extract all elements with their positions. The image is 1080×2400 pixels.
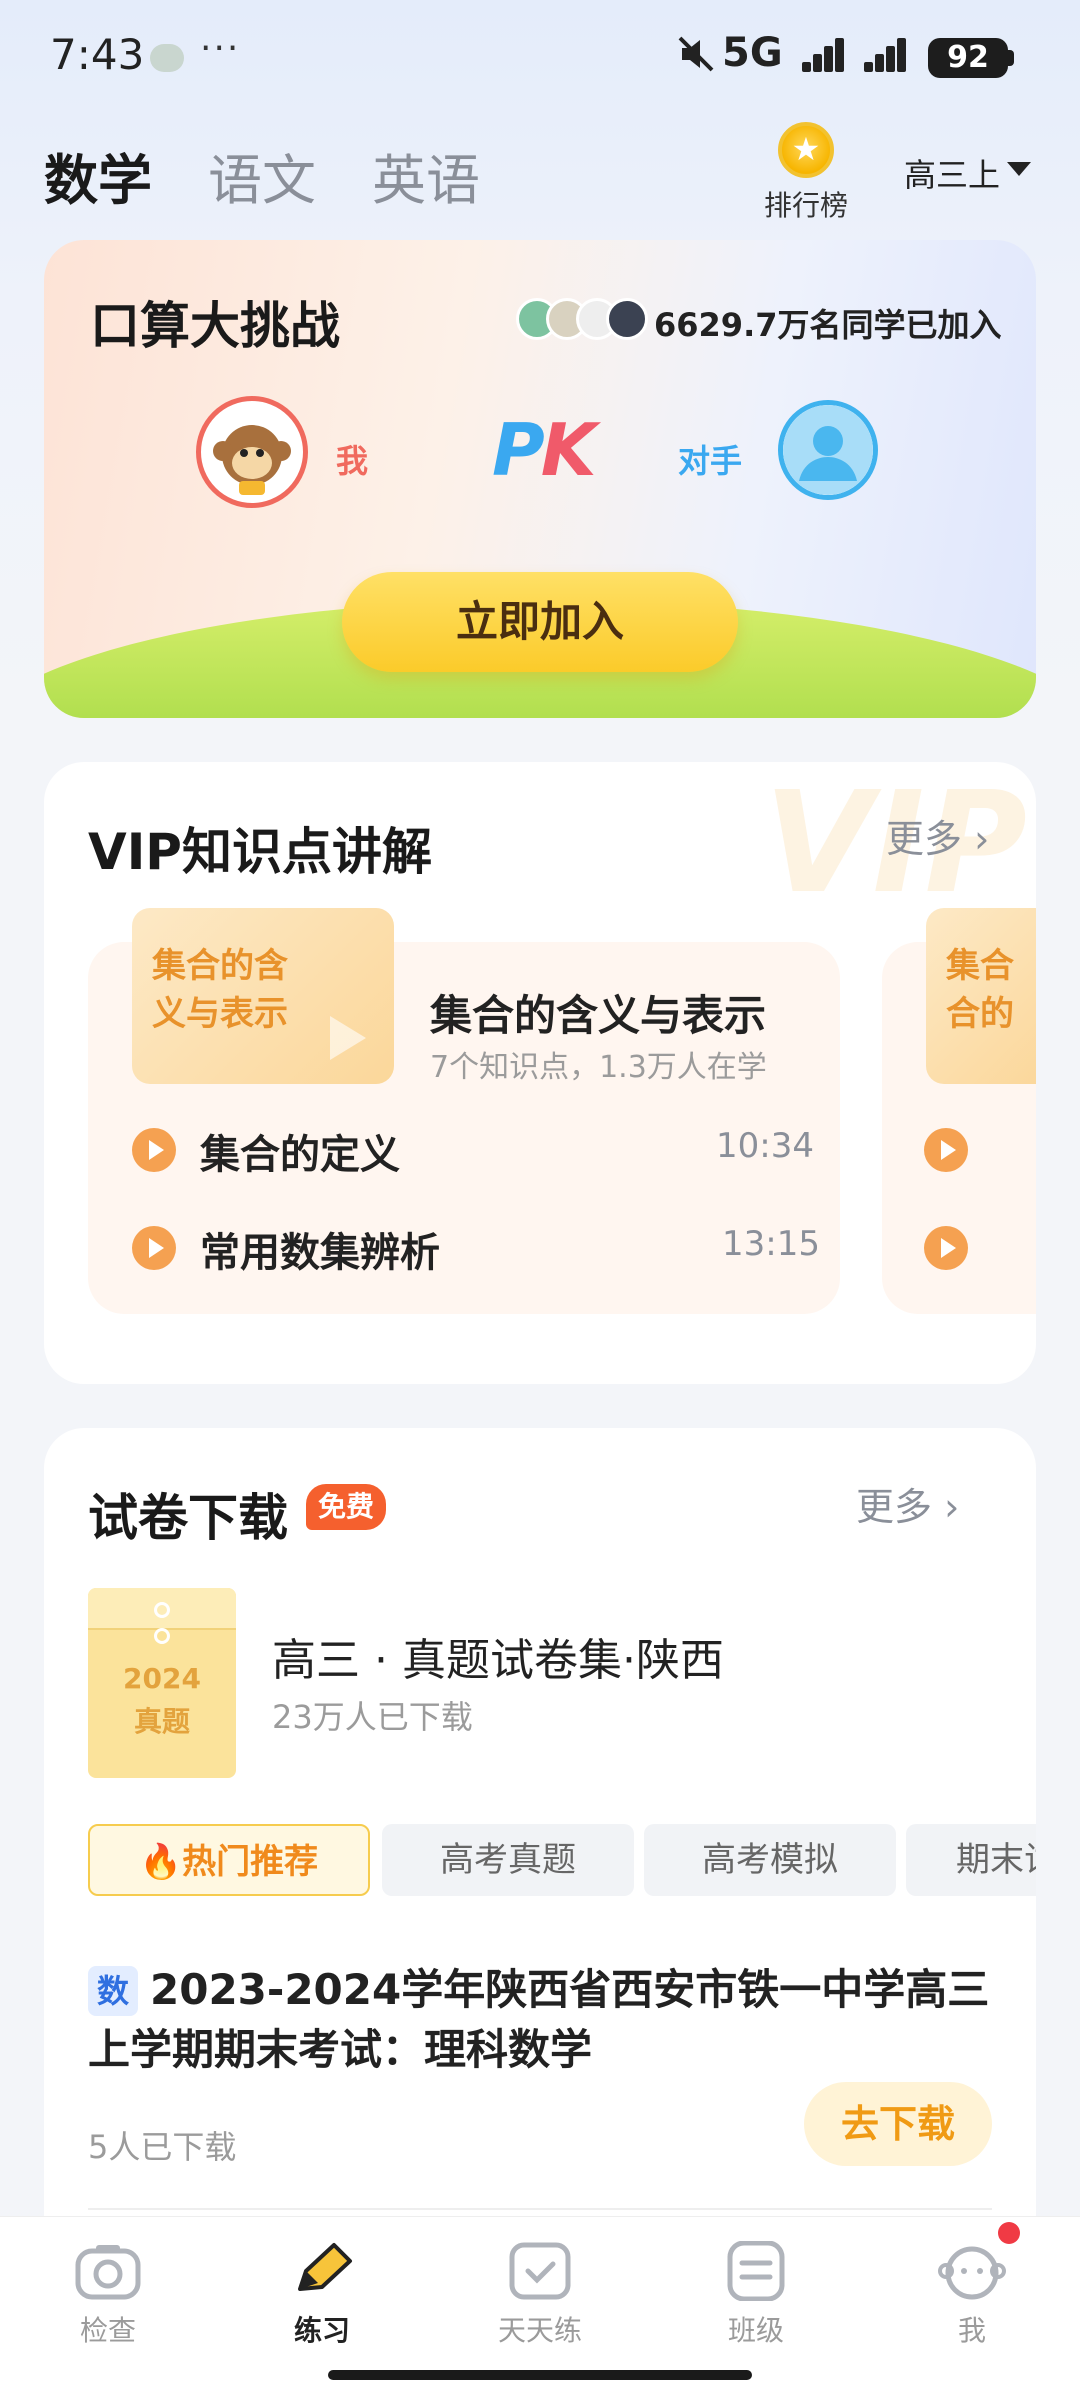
more-notifications-icon: ···: [200, 28, 241, 69]
nav-label: 班级: [727, 2314, 784, 2347]
message-notification-icon: [150, 44, 184, 72]
mental-math-challenge-card[interactable]: 口算大挑战 6629.7万名同学已加入 我 PK 对手 立即加入: [44, 240, 1036, 718]
chevron-right-icon: ›: [944, 1485, 960, 1529]
home-indicator[interactable]: [328, 2370, 752, 2380]
download-button[interactable]: 去下载: [804, 2082, 992, 2166]
tab-chinese[interactable]: 语文: [208, 136, 316, 215]
opponent-label: 对手: [678, 442, 743, 480]
calendar-check-icon: [506, 2241, 574, 2301]
course-thumbnail-partial[interactable]: 集合 合的: [926, 908, 1036, 1084]
vip-more-link[interactable]: 更多 ›: [886, 808, 989, 863]
tab-math[interactable]: 数学: [44, 136, 152, 215]
opponent-avatar-icon: [778, 400, 878, 500]
course-thumbnail[interactable]: 集合的含 义与表示: [132, 908, 394, 1084]
challenge-title: 口算大挑战: [90, 297, 340, 355]
cover-year: 2024: [123, 1662, 201, 1695]
nav-practice[interactable]: 练习: [262, 2241, 382, 2349]
paper-download-count: 23万人已下载: [272, 1698, 473, 1736]
paper-more-link[interactable]: 更多 ›: [856, 1476, 959, 1531]
status-time: 7:43: [50, 30, 145, 79]
chip-gaokao-real[interactable]: 高考真题: [382, 1824, 634, 1896]
nav-daily-practice[interactable]: 天天练: [480, 2241, 600, 2349]
nav-label: 天天练: [497, 2314, 582, 2347]
divider: [88, 2208, 992, 2210]
vip-section-title: VIP知识点讲解: [88, 823, 432, 881]
grade-selector[interactable]: 高三上: [904, 150, 1000, 196]
play-icon[interactable]: [132, 1128, 176, 1172]
play-icon[interactable]: [132, 1226, 176, 1270]
battery-icon: 92: [928, 38, 1008, 78]
paper-cover-envelope[interactable]: 2024 真题: [88, 1588, 236, 1778]
nav-label: 我: [957, 2314, 986, 2347]
camera-icon: [74, 2241, 142, 2301]
nav-label: 检查: [79, 2314, 136, 2347]
course-title[interactable]: 集合的含义与表示: [430, 982, 766, 1043]
thumb-text-line2: 义与表示: [152, 994, 288, 1034]
pk-letter-p: P: [492, 408, 545, 492]
network-type: 5G: [722, 30, 783, 76]
nav-label: 练习: [293, 2314, 350, 2347]
nav-check[interactable]: 检查: [48, 2241, 168, 2349]
signal-icon-2: [864, 36, 906, 72]
chip-label: 热门推荐: [182, 1842, 319, 1882]
lesson-duration: 13:15: [722, 1224, 820, 1264]
more-label: 更多: [886, 817, 963, 861]
envelope-button-icon: [154, 1602, 170, 1618]
pk-versus-label: PK: [492, 408, 597, 492]
participant-avatar: [606, 298, 648, 340]
class-list-icon: [722, 2240, 790, 2302]
chevron-right-icon: ›: [974, 817, 990, 861]
exam-paper-title[interactable]: 2023-2024学年陕西省西安市铁一中学高三上学期期末考试：理科数学: [88, 1960, 992, 2080]
chip-hot-recommend[interactable]: 🔥热门推荐: [88, 1824, 370, 1896]
lesson-title[interactable]: 常用数集辨析: [200, 1220, 440, 1278]
leaderboard-button[interactable]: 排行榜: [760, 184, 852, 224]
paper-section-title: 试卷下载: [88, 1489, 288, 1547]
paper-collection-title[interactable]: 高三 · 真题试卷集·陕西: [272, 1624, 724, 1688]
chip-final-exam[interactable]: 期末试: [906, 1824, 1036, 1896]
play-icon[interactable]: [924, 1226, 968, 1270]
nav-me[interactable]: 我: [912, 2241, 1032, 2349]
exam-download-count: 5人已下载: [88, 2128, 237, 2166]
pencil-icon: [288, 2241, 356, 2301]
lesson-title[interactable]: 集合的定义: [200, 1122, 400, 1180]
pk-letter-k: K: [540, 408, 597, 492]
thumb2-text-line2: 合的: [946, 994, 1014, 1034]
thumb2-text-line1: 集合: [946, 946, 1014, 986]
fire-icon: 🔥: [139, 1842, 183, 1882]
my-monkey-avatar: [196, 396, 308, 508]
join-now-button[interactable]: 立即加入: [342, 572, 738, 672]
vip-knowledge-card: VIP VIP知识点讲解 更多 › 集合的含 义与表示 集合 合的 集合的含义与…: [44, 762, 1036, 1384]
triangle-down-icon[interactable]: [1007, 162, 1031, 176]
notification-dot: [998, 2222, 1020, 2244]
more-label: 更多: [856, 1485, 933, 1529]
play-watermark-icon: [316, 1008, 376, 1072]
profile-face-icon: [938, 2241, 1006, 2301]
paper-download-card: 试卷下载 免费 更多 › 2024 真题 高三 · 真题试卷集·陕西 23万人已…: [44, 1428, 1036, 2228]
joined-count: 6629.7万名同学已加入: [654, 306, 1002, 344]
nav-class[interactable]: 班级: [696, 2240, 816, 2349]
play-icon[interactable]: [924, 1128, 968, 1172]
battery-tip: [1008, 50, 1014, 66]
medal-icon[interactable]: ★: [778, 122, 834, 178]
thumb-text-line1: 集合的含: [152, 946, 288, 986]
course-stats: 7个知识点，1.3万人在学: [430, 1050, 767, 1085]
tab-english[interactable]: 英语: [372, 136, 480, 215]
free-badge: 免费: [306, 1484, 386, 1530]
envelope-button-icon: [154, 1628, 170, 1644]
signal-icon: [802, 36, 844, 72]
chip-gaokao-mock[interactable]: 高考模拟: [644, 1824, 896, 1896]
mute-icon: [676, 34, 716, 83]
lesson-duration: 10:34: [716, 1126, 814, 1166]
me-label: 我: [336, 442, 369, 480]
cover-label: 真题: [133, 1705, 190, 1738]
